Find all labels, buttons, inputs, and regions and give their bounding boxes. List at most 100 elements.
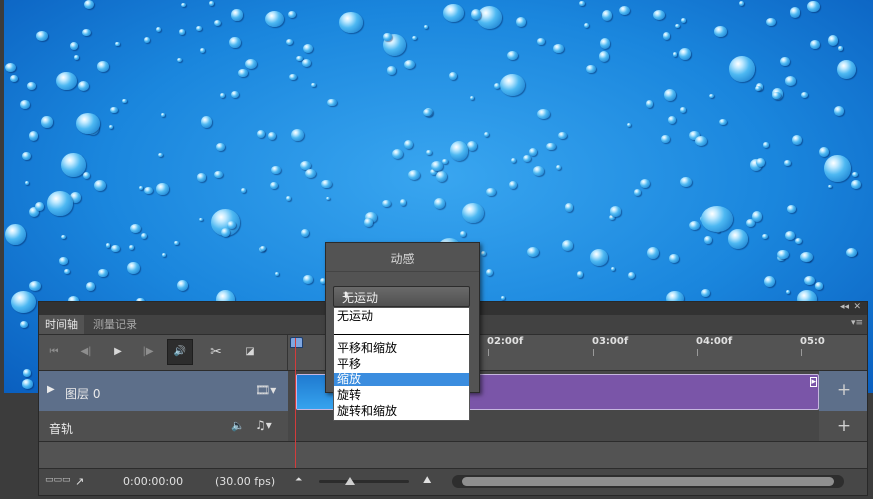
playhead[interactable] bbox=[295, 338, 296, 473]
horizontal-scrollbar[interactable] bbox=[452, 475, 844, 488]
option-rotate[interactable]: 旋转 bbox=[334, 389, 469, 402]
water-droplet bbox=[785, 289, 791, 295]
water-droplet bbox=[82, 172, 90, 180]
water-droplet bbox=[814, 282, 823, 290]
water-droplet bbox=[500, 73, 525, 96]
water-droplet bbox=[838, 46, 843, 52]
zoom-out-icon[interactable]: ⏶ bbox=[295, 475, 302, 485]
water-droplet bbox=[738, 0, 744, 6]
clip-options-icon[interactable]: ▸ bbox=[810, 377, 817, 387]
water-droplet bbox=[618, 6, 630, 16]
option-rotate-and-zoom[interactable]: 旋转和缩放 bbox=[334, 405, 469, 418]
audio-icon[interactable]: 🔊 bbox=[167, 339, 193, 365]
water-droplet bbox=[64, 269, 70, 275]
water-droplet bbox=[679, 107, 687, 113]
water-droplet bbox=[391, 148, 404, 159]
option-pan-and-zoom[interactable]: 平移和缩放 bbox=[334, 342, 469, 355]
render-icon[interactable]: ↗ bbox=[75, 475, 84, 488]
water-droplet bbox=[96, 60, 110, 72]
close-icon[interactable]: ✕ bbox=[853, 302, 861, 312]
water-droplet bbox=[130, 223, 141, 233]
water-droplet bbox=[305, 168, 317, 179]
water-droplet bbox=[700, 288, 710, 297]
panel-menu-icon[interactable]: ▾≡ bbox=[851, 318, 863, 328]
water-droplet bbox=[180, 2, 187, 8]
ruler-label: 04:00f bbox=[696, 336, 733, 347]
water-droplet bbox=[652, 9, 666, 20]
play-icon[interactable]: ▶ bbox=[109, 344, 127, 360]
scissors-icon[interactable]: ✂ bbox=[207, 344, 225, 360]
water-droplet bbox=[762, 142, 770, 148]
zoom-in-icon[interactable]: ⛰ bbox=[423, 475, 431, 486]
water-droplet bbox=[115, 41, 120, 47]
motion-select[interactable]: 无运动 ⬍ bbox=[333, 286, 470, 307]
water-droplet bbox=[59, 257, 68, 265]
water-droplet bbox=[98, 268, 109, 278]
water-droplet bbox=[555, 165, 561, 171]
water-droplet bbox=[78, 81, 90, 92]
music-note-icon[interactable]: ♫▾ bbox=[255, 418, 272, 432]
layer-track-header: ▶ 图层 0 🎞▾ bbox=[39, 371, 287, 411]
mute-audio-icon[interactable]: 🔈 bbox=[231, 419, 245, 432]
water-droplet bbox=[633, 189, 641, 196]
scrollbar-thumb[interactable] bbox=[462, 477, 834, 486]
water-droplet bbox=[751, 211, 763, 223]
water-droplet bbox=[74, 55, 80, 60]
expand-triangle-icon[interactable]: ▶ bbox=[47, 384, 55, 395]
water-droplet bbox=[528, 147, 538, 157]
water-droplet bbox=[265, 11, 285, 28]
collapse-icon[interactable]: ◂◂ bbox=[840, 302, 849, 312]
water-droplet bbox=[21, 151, 31, 161]
water-droplet bbox=[215, 143, 225, 151]
water-droplet bbox=[469, 96, 474, 100]
water-droplet bbox=[579, 1, 585, 7]
water-droplet bbox=[302, 275, 313, 284]
select-arrow-icon: ⬍ bbox=[342, 291, 350, 301]
water-droplet bbox=[138, 185, 144, 190]
water-droplet bbox=[244, 58, 258, 70]
zoom-slider-knob[interactable] bbox=[345, 477, 355, 485]
water-droplet bbox=[533, 166, 545, 176]
water-droplet bbox=[800, 91, 808, 98]
add-media-button[interactable]: + bbox=[833, 379, 855, 401]
tab-measurement-log[interactable]: 测量记录 bbox=[87, 315, 143, 334]
water-droplet bbox=[795, 238, 803, 245]
water-droplet bbox=[807, 0, 820, 12]
add-audio-button[interactable]: + bbox=[833, 415, 855, 437]
water-droplet bbox=[430, 161, 443, 172]
convert-icon[interactable]: ▭▭▭ bbox=[45, 475, 71, 485]
water-droplet bbox=[220, 228, 230, 238]
previous-frame-icon[interactable]: ◀| bbox=[77, 344, 95, 360]
water-droplet bbox=[231, 9, 243, 21]
water-droplet bbox=[26, 81, 37, 90]
water-droplet bbox=[177, 280, 189, 292]
water-droplet bbox=[678, 48, 692, 61]
water-droplet bbox=[784, 160, 791, 166]
water-droplet bbox=[786, 204, 797, 213]
water-droplet bbox=[784, 230, 796, 241]
water-droplet bbox=[404, 59, 416, 69]
water-droplet bbox=[5, 62, 16, 72]
transition-icon[interactable]: ◪ bbox=[241, 344, 259, 360]
option-zoom[interactable]: 缩放 bbox=[334, 373, 469, 386]
option-no-motion[interactable]: 无运动 bbox=[334, 310, 469, 323]
option-pan[interactable]: 平移 bbox=[334, 358, 469, 371]
filmstrip-icon[interactable]: 🎞▾ bbox=[255, 383, 276, 397]
water-droplet bbox=[481, 251, 486, 257]
water-droplet bbox=[108, 125, 114, 129]
water-droplet bbox=[718, 118, 727, 126]
water-droplet bbox=[640, 178, 651, 188]
zoom-slider[interactable] bbox=[319, 480, 409, 483]
water-droplet bbox=[729, 56, 755, 82]
water-droplet bbox=[81, 28, 92, 37]
next-frame-icon[interactable]: |▶ bbox=[139, 344, 157, 360]
water-droplet bbox=[209, 1, 215, 6]
water-droplet bbox=[399, 198, 407, 206]
water-droplet bbox=[804, 276, 815, 286]
water-droplet bbox=[140, 232, 147, 239]
playhead-handle[interactable] bbox=[290, 337, 303, 348]
water-droplet bbox=[810, 40, 820, 50]
tab-timeline[interactable]: 时间轴 bbox=[39, 315, 84, 334]
go-to-first-frame-icon[interactable]: ⏮ bbox=[45, 344, 63, 360]
water-droplet bbox=[4, 223, 26, 246]
